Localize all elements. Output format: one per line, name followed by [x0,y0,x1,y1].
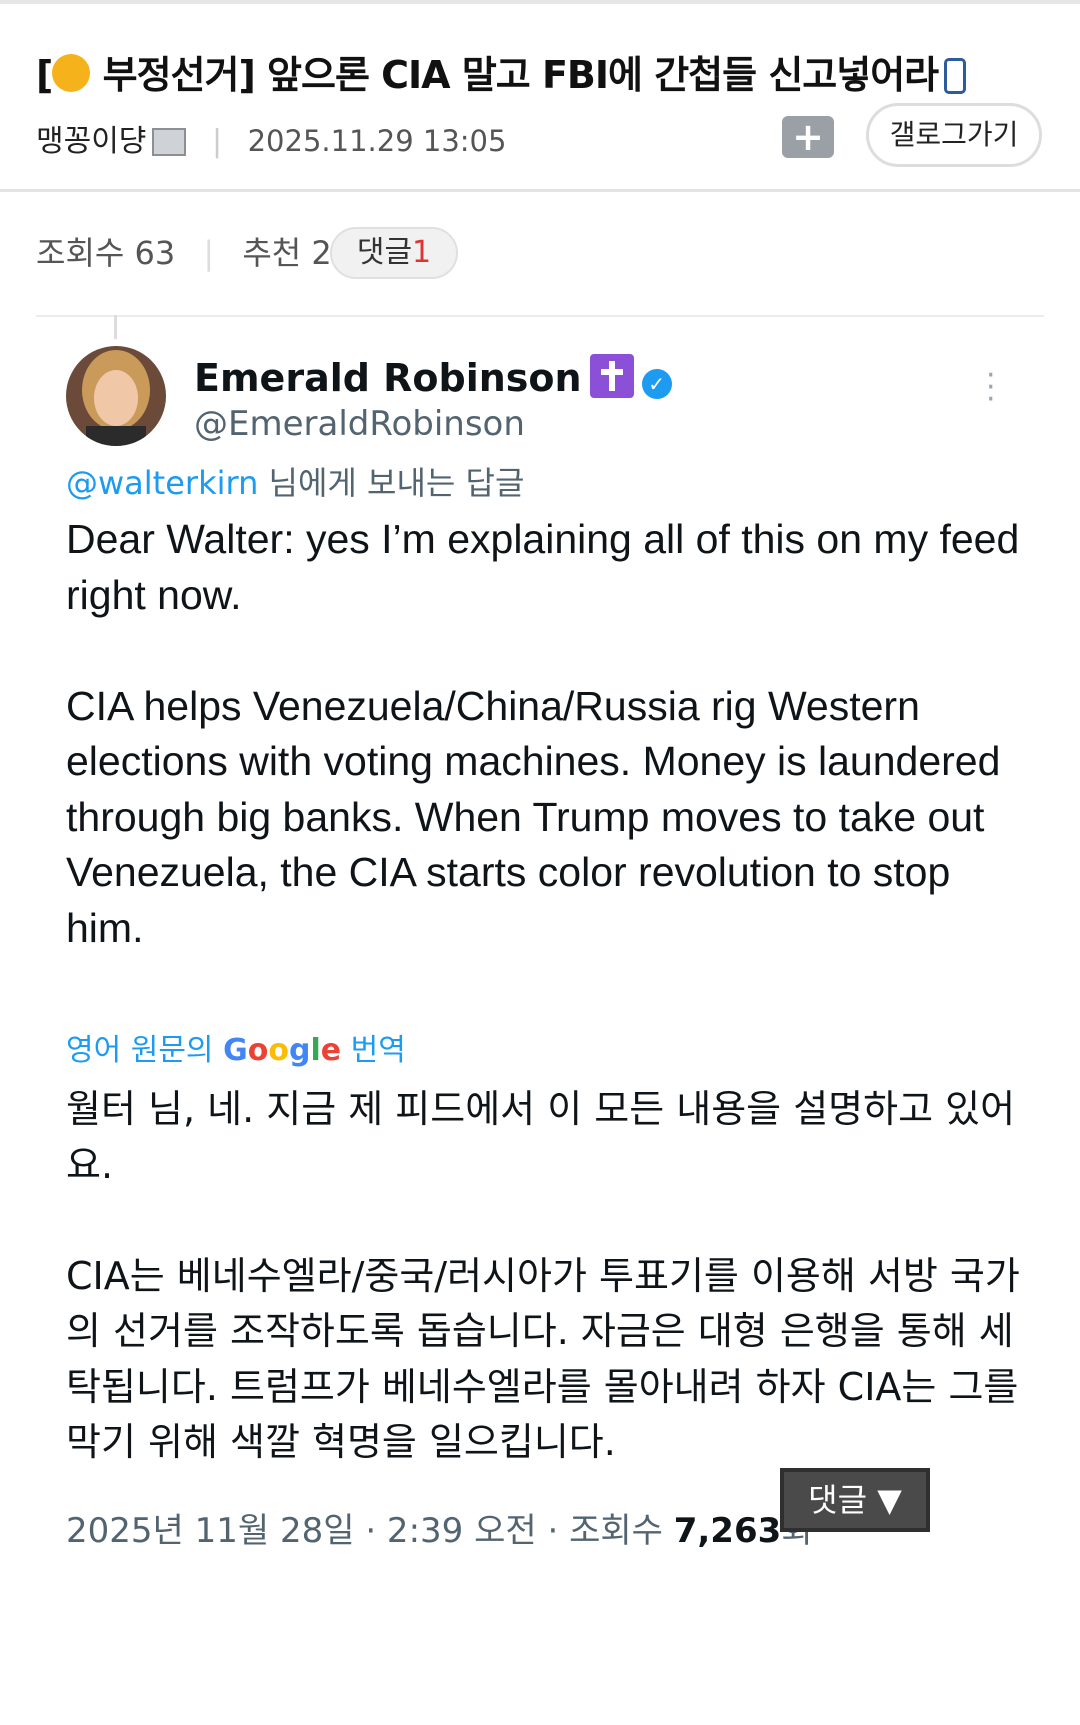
tweet-handle[interactable]: @EmeraldRobinson [194,404,525,444]
header-divider [0,189,1080,192]
translate-prefix: 영어 원문의 [66,1033,224,1068]
comment-label: 댓글 [356,235,413,270]
tweet-timestamp: 2025년 11월 28일 · 2:39 오전 · 조회수 [66,1511,674,1551]
reply-suffix: 님에게 보내는 답글 [258,464,525,502]
phone-icon [944,58,967,94]
stats-divider: | [203,234,215,272]
post-title: [ 부정선거] 앞으론 CIA 말고 FBI에 간첩들 신고넣어라 [36,44,1036,99]
cross-badge-icon [589,354,634,398]
meta-divider: | [211,124,223,159]
tweet-views: 7,263 [673,1511,782,1551]
more-icon[interactable]: · · · [986,361,996,415]
tweet-body: Dear Walter: yes I’m explaining all of t… [66,516,1020,951]
avatar [66,346,166,446]
recommend-count: 추천 2 [242,234,332,272]
translate-suffix: 번역 [341,1033,406,1068]
nickname-badge-icon [152,128,187,156]
post-header: [ 부정선거] 앞으론 CIA 말고 FBI에 간첩들 신고넣어라 맹꽁이댱 |… [0,4,1080,190]
view-count: 조회수 63 [36,234,176,272]
verified-icon: ✓ [641,369,672,399]
reply-to-line: @walterkirn 님에게 보내는 답글 [66,458,524,504]
post-meta: 맹꽁이댱 | 2025.11.29 13:05 [36,116,506,160]
comment-number: 1 [412,235,432,270]
title-bracket: [ [36,53,53,97]
reply-mention[interactable]: @walterkirn [66,464,258,502]
tweet-author[interactable]: Emerald Robinson ✓ [194,354,672,400]
content-divider [36,315,1044,317]
comment-count-button[interactable]: 댓글1 [330,227,458,279]
google-logo: Google [223,1033,342,1068]
translate-label[interactable]: 영어 원문의 Google 번역 [66,1025,406,1069]
author-name: Emerald Robinson [194,356,582,400]
tweet-meta: 2025년 11월 28일 · 2:39 오전 · 조회수 7,263회 [66,1503,813,1552]
post-date: 2025.11.29 13:05 [247,124,507,158]
gallog-button[interactable]: 갤로그가기 [866,103,1042,167]
add-folder-icon[interactable]: + [782,116,834,158]
author-nickname[interactable]: 맹꽁이댱 [36,124,146,159]
fist-emoji-icon [52,54,91,92]
translated-body: 월터 님, 네. 지금 제 피드에서 이 모든 내용을 설명하고 있어요. CI… [66,1087,1020,1464]
comment-toggle-button[interactable]: 댓글 ▼ [780,1468,930,1532]
title-text: 부정선거] 앞으론 CIA 말고 FBI에 간첩들 신고넣어라 [102,53,940,97]
